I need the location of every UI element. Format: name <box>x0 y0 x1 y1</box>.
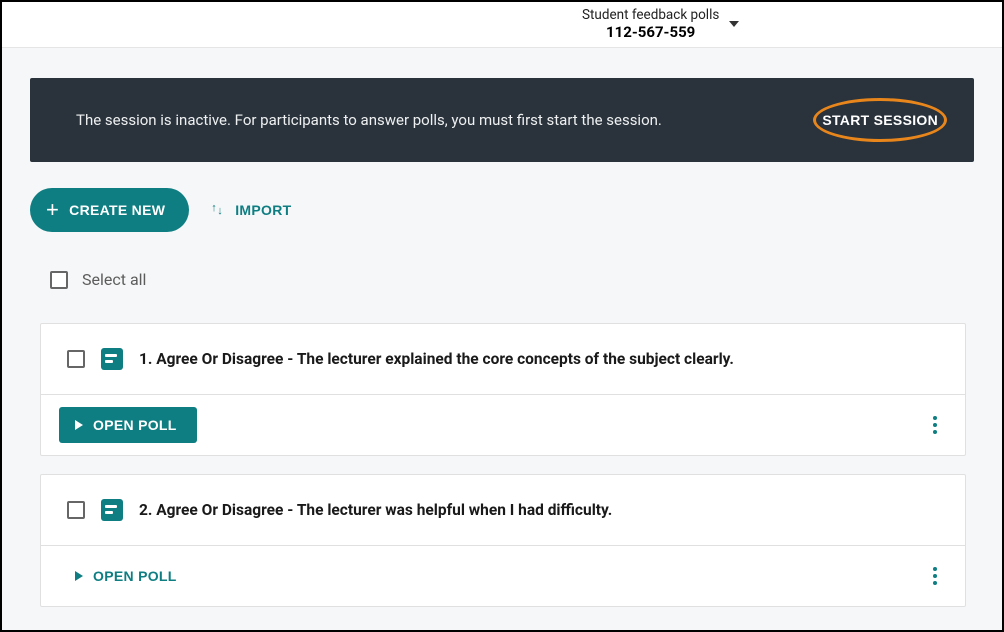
open-poll-button[interactable]: OPEN POLL <box>59 407 197 443</box>
polls-list: 1. Agree Or Disagree - The lecturer expl… <box>30 323 974 607</box>
poll-card: 2. Agree Or Disagree - The lecturer was … <box>40 474 966 607</box>
import-button[interactable]: IMPORT <box>211 202 291 218</box>
poll-title: 1. Agree Or Disagree - The lecturer expl… <box>139 350 734 368</box>
create-new-label: CREATE NEW <box>69 202 165 218</box>
import-icon <box>211 203 225 217</box>
plus-icon: + <box>46 199 59 221</box>
more-options-button[interactable] <box>923 410 947 440</box>
kebab-dot <box>933 567 937 571</box>
open-poll-label: OPEN POLL <box>93 568 177 584</box>
poll-checkbox[interactable] <box>67 350 85 368</box>
poll-header[interactable]: 2. Agree Or Disagree - The lecturer was … <box>41 475 965 545</box>
more-options-button[interactable] <box>923 561 947 591</box>
play-icon <box>75 420 83 430</box>
play-icon <box>75 571 83 581</box>
create-new-button[interactable]: + CREATE NEW <box>30 188 189 232</box>
poll-checkbox[interactable] <box>67 501 85 519</box>
banner-message: The session is inactive. For participant… <box>76 111 662 129</box>
session-code: 112-567-559 <box>582 24 719 41</box>
session-dropdown-text: Student feedback polls 112-567-559 <box>582 8 719 41</box>
select-all-label: Select all <box>82 270 146 289</box>
start-session-button[interactable]: START SESSION <box>820 106 940 134</box>
kebab-dot <box>933 581 937 585</box>
poll-title: 2. Agree Or Disagree - The lecturer was … <box>139 501 612 519</box>
poll-card: 1. Agree Or Disagree - The lecturer expl… <box>40 323 966 456</box>
top-bar: Student feedback polls 112-567-559 <box>2 2 1002 48</box>
kebab-dot <box>933 574 937 578</box>
kebab-dot <box>933 423 937 427</box>
select-all-row: Select all <box>30 270 974 289</box>
poll-header[interactable]: 1. Agree Or Disagree - The lecturer expl… <box>41 324 965 394</box>
session-inactive-banner: The session is inactive. For participant… <box>30 78 974 162</box>
open-poll-label: OPEN POLL <box>93 417 177 433</box>
session-dropdown[interactable]: Student feedback polls 112-567-559 <box>582 8 739 41</box>
kebab-dot <box>933 430 937 434</box>
toolbar: + CREATE NEW IMPORT <box>30 188 974 232</box>
import-label: IMPORT <box>235 202 291 218</box>
session-title: Student feedback polls <box>582 8 719 24</box>
kebab-dot <box>933 416 937 420</box>
chevron-down-icon <box>729 21 739 27</box>
poll-footer: OPEN POLL <box>41 545 965 606</box>
poll-footer: OPEN POLL <box>41 394 965 455</box>
select-all-checkbox[interactable] <box>50 271 68 289</box>
poll-type-icon <box>101 348 123 370</box>
open-poll-button[interactable]: OPEN POLL <box>59 558 193 594</box>
poll-type-icon <box>101 499 123 521</box>
